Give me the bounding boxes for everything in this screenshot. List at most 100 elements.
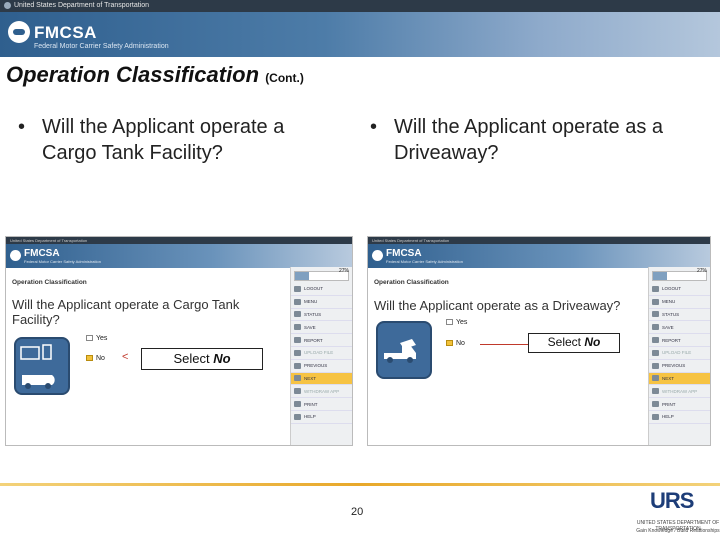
agency-bar: United States Department of Transportati… [0, 0, 720, 12]
screenshot-driveaway: United States Department of Transportati… [367, 236, 711, 446]
slide-title: Operation Classification (Cont.) [6, 62, 304, 88]
mini-logo-icon [10, 250, 21, 261]
brand-name: FMCSA [34, 23, 97, 42]
progress-label: 27% [338, 268, 349, 274]
fmcsa-banner: FMCSA Federal Motor Carrier Safety Admin… [0, 12, 720, 57]
withdraw-icon [294, 388, 301, 395]
mini-agency-bar: United States Department of Transportati… [6, 237, 352, 244]
no-label: No [456, 340, 465, 347]
sidebar-item-help[interactable]: HELP [291, 411, 352, 424]
sidebar-item-save[interactable]: SAVE [649, 321, 710, 335]
fmcsa-logo-icon [8, 21, 30, 43]
save-icon [294, 324, 301, 331]
driveaway-graphic [384, 339, 416, 363]
section-heading: Operation Classification [374, 279, 449, 286]
mini-banner: FMCSA Federal Motor Carrier Safety Admin… [368, 244, 710, 268]
agency-name: United States Department of Transportati… [14, 2, 150, 9]
pointer-arrow-icon: < [122, 351, 129, 363]
sidebar-item-next[interactable]: NEXT [649, 372, 710, 386]
sidebar-item-previous[interactable]: PREVIOUS [649, 360, 710, 373]
status-icon [294, 311, 301, 318]
mini-brand: FMCSA [24, 248, 60, 259]
urs-line-2: Gain Knowledge / Build Relationships [636, 528, 720, 534]
withdraw-icon [652, 388, 659, 395]
sidebar-item-logout[interactable]: LOGOUT [291, 283, 352, 296]
print-icon [652, 401, 659, 408]
urs-logo: URS [650, 488, 694, 513]
next-icon [652, 375, 659, 382]
yes-checkbox[interactable] [86, 335, 93, 342]
sidebar-item-save[interactable]: SAVE [291, 321, 352, 335]
sidebar: LOGOUT MENU STATUS SAVE REPORT UPLOAD FI… [290, 267, 352, 445]
previous-icon [294, 362, 301, 369]
sidebar-item-report[interactable]: REPORT [291, 334, 352, 347]
page-number: 20 [351, 506, 364, 518]
sidebar-item-withdraw[interactable]: WITHDRAW APP [291, 385, 352, 399]
help-icon [652, 413, 659, 420]
progress-fill [295, 272, 309, 280]
mini-banner: FMCSA Federal Motor Carrier Safety Admin… [6, 244, 352, 268]
progress-fill [653, 272, 667, 280]
dot-seal-icon [4, 1, 11, 9]
logout-icon [652, 285, 659, 292]
sidebar-item-help[interactable]: HELP [649, 411, 710, 424]
select-callout: Select No [528, 333, 620, 353]
sidebar-item-report[interactable]: REPORT [649, 334, 710, 347]
yes-label: Yes [96, 335, 108, 342]
pointer-arrow-icon [480, 344, 528, 345]
menu-icon [294, 298, 301, 305]
sidebar: LOGOUT MENU STATUS SAVE REPORT UPLOAD FI… [648, 267, 710, 445]
cargo-tank-graphic [20, 344, 55, 389]
yes-option[interactable]: Yes [86, 335, 107, 342]
yes-checkbox[interactable] [446, 319, 453, 326]
menu-icon [652, 298, 659, 305]
sidebar-item-withdraw[interactable]: WITHDRAW APP [649, 385, 710, 399]
next-icon [294, 375, 301, 382]
question-text: Will the Applicant operate as a Driveawa… [374, 298, 621, 313]
callout-prefix: Select [173, 351, 210, 366]
section-heading: Operation Classification [12, 279, 87, 286]
sidebar-item-print[interactable]: PRINT [291, 398, 352, 411]
no-option[interactable]: No [86, 355, 105, 362]
screenshot-cargo-tank: United States Department of Transportati… [5, 236, 353, 446]
callout-value: No [584, 335, 601, 349]
bullet-cargo-tank: • Will the Applicant operate a Cargo Tan… [18, 116, 285, 164]
previous-icon [652, 362, 659, 369]
save-icon [652, 324, 659, 331]
bullet-text: Will the Applicant operate as a Driveawa… [394, 116, 664, 164]
mini-tagline: Federal Motor Carrier Safety Administrat… [24, 259, 101, 264]
mini-agency-bar: United States Department of Transportati… [368, 237, 710, 244]
sidebar-item-print[interactable]: PRINT [649, 398, 710, 411]
callout-value: No [213, 351, 231, 366]
callout-prefix: Select [547, 335, 581, 349]
no-checkbox[interactable] [86, 355, 93, 362]
report-icon [652, 337, 659, 344]
sidebar-item-logout[interactable]: LOGOUT [649, 283, 710, 296]
upload-icon [652, 349, 659, 356]
sidebar-item-status[interactable]: STATUS [291, 309, 352, 322]
sidebar-item-menu[interactable]: MENU [291, 296, 352, 309]
no-option[interactable]: No [446, 340, 465, 347]
cargo-tank-icon [14, 337, 70, 395]
sidebar-item-menu[interactable]: MENU [649, 296, 710, 309]
yes-label: Yes [456, 319, 468, 326]
help-icon [294, 413, 301, 420]
sidebar-item-next[interactable]: NEXT [291, 372, 352, 386]
sidebar-item-status[interactable]: STATUS [649, 309, 710, 322]
mini-logo-icon [372, 250, 383, 261]
upload-icon [294, 349, 301, 356]
mini-tagline: Federal Motor Carrier Safety Administrat… [386, 259, 463, 264]
report-icon [294, 337, 301, 344]
yes-option[interactable]: Yes [446, 319, 467, 326]
bullet-driveaway: • Will the Applicant operate as a Drivea… [370, 116, 664, 164]
no-checkbox[interactable] [446, 340, 453, 347]
sidebar-item-previous[interactable]: PREVIOUS [291, 360, 352, 373]
status-icon [652, 311, 659, 318]
print-icon [294, 401, 301, 408]
slide-title-text: Operation Classification [6, 62, 260, 87]
sidebar-item-upload[interactable]: UPLOAD FILE [291, 347, 352, 360]
bullet-text: Will the Applicant operate a Cargo Tank … [42, 116, 285, 164]
brand-tagline: Federal Motor Carrier Safety Administrat… [34, 43, 169, 50]
sidebar-item-upload[interactable]: UPLOAD FILE [649, 347, 710, 360]
logout-icon [294, 285, 301, 292]
